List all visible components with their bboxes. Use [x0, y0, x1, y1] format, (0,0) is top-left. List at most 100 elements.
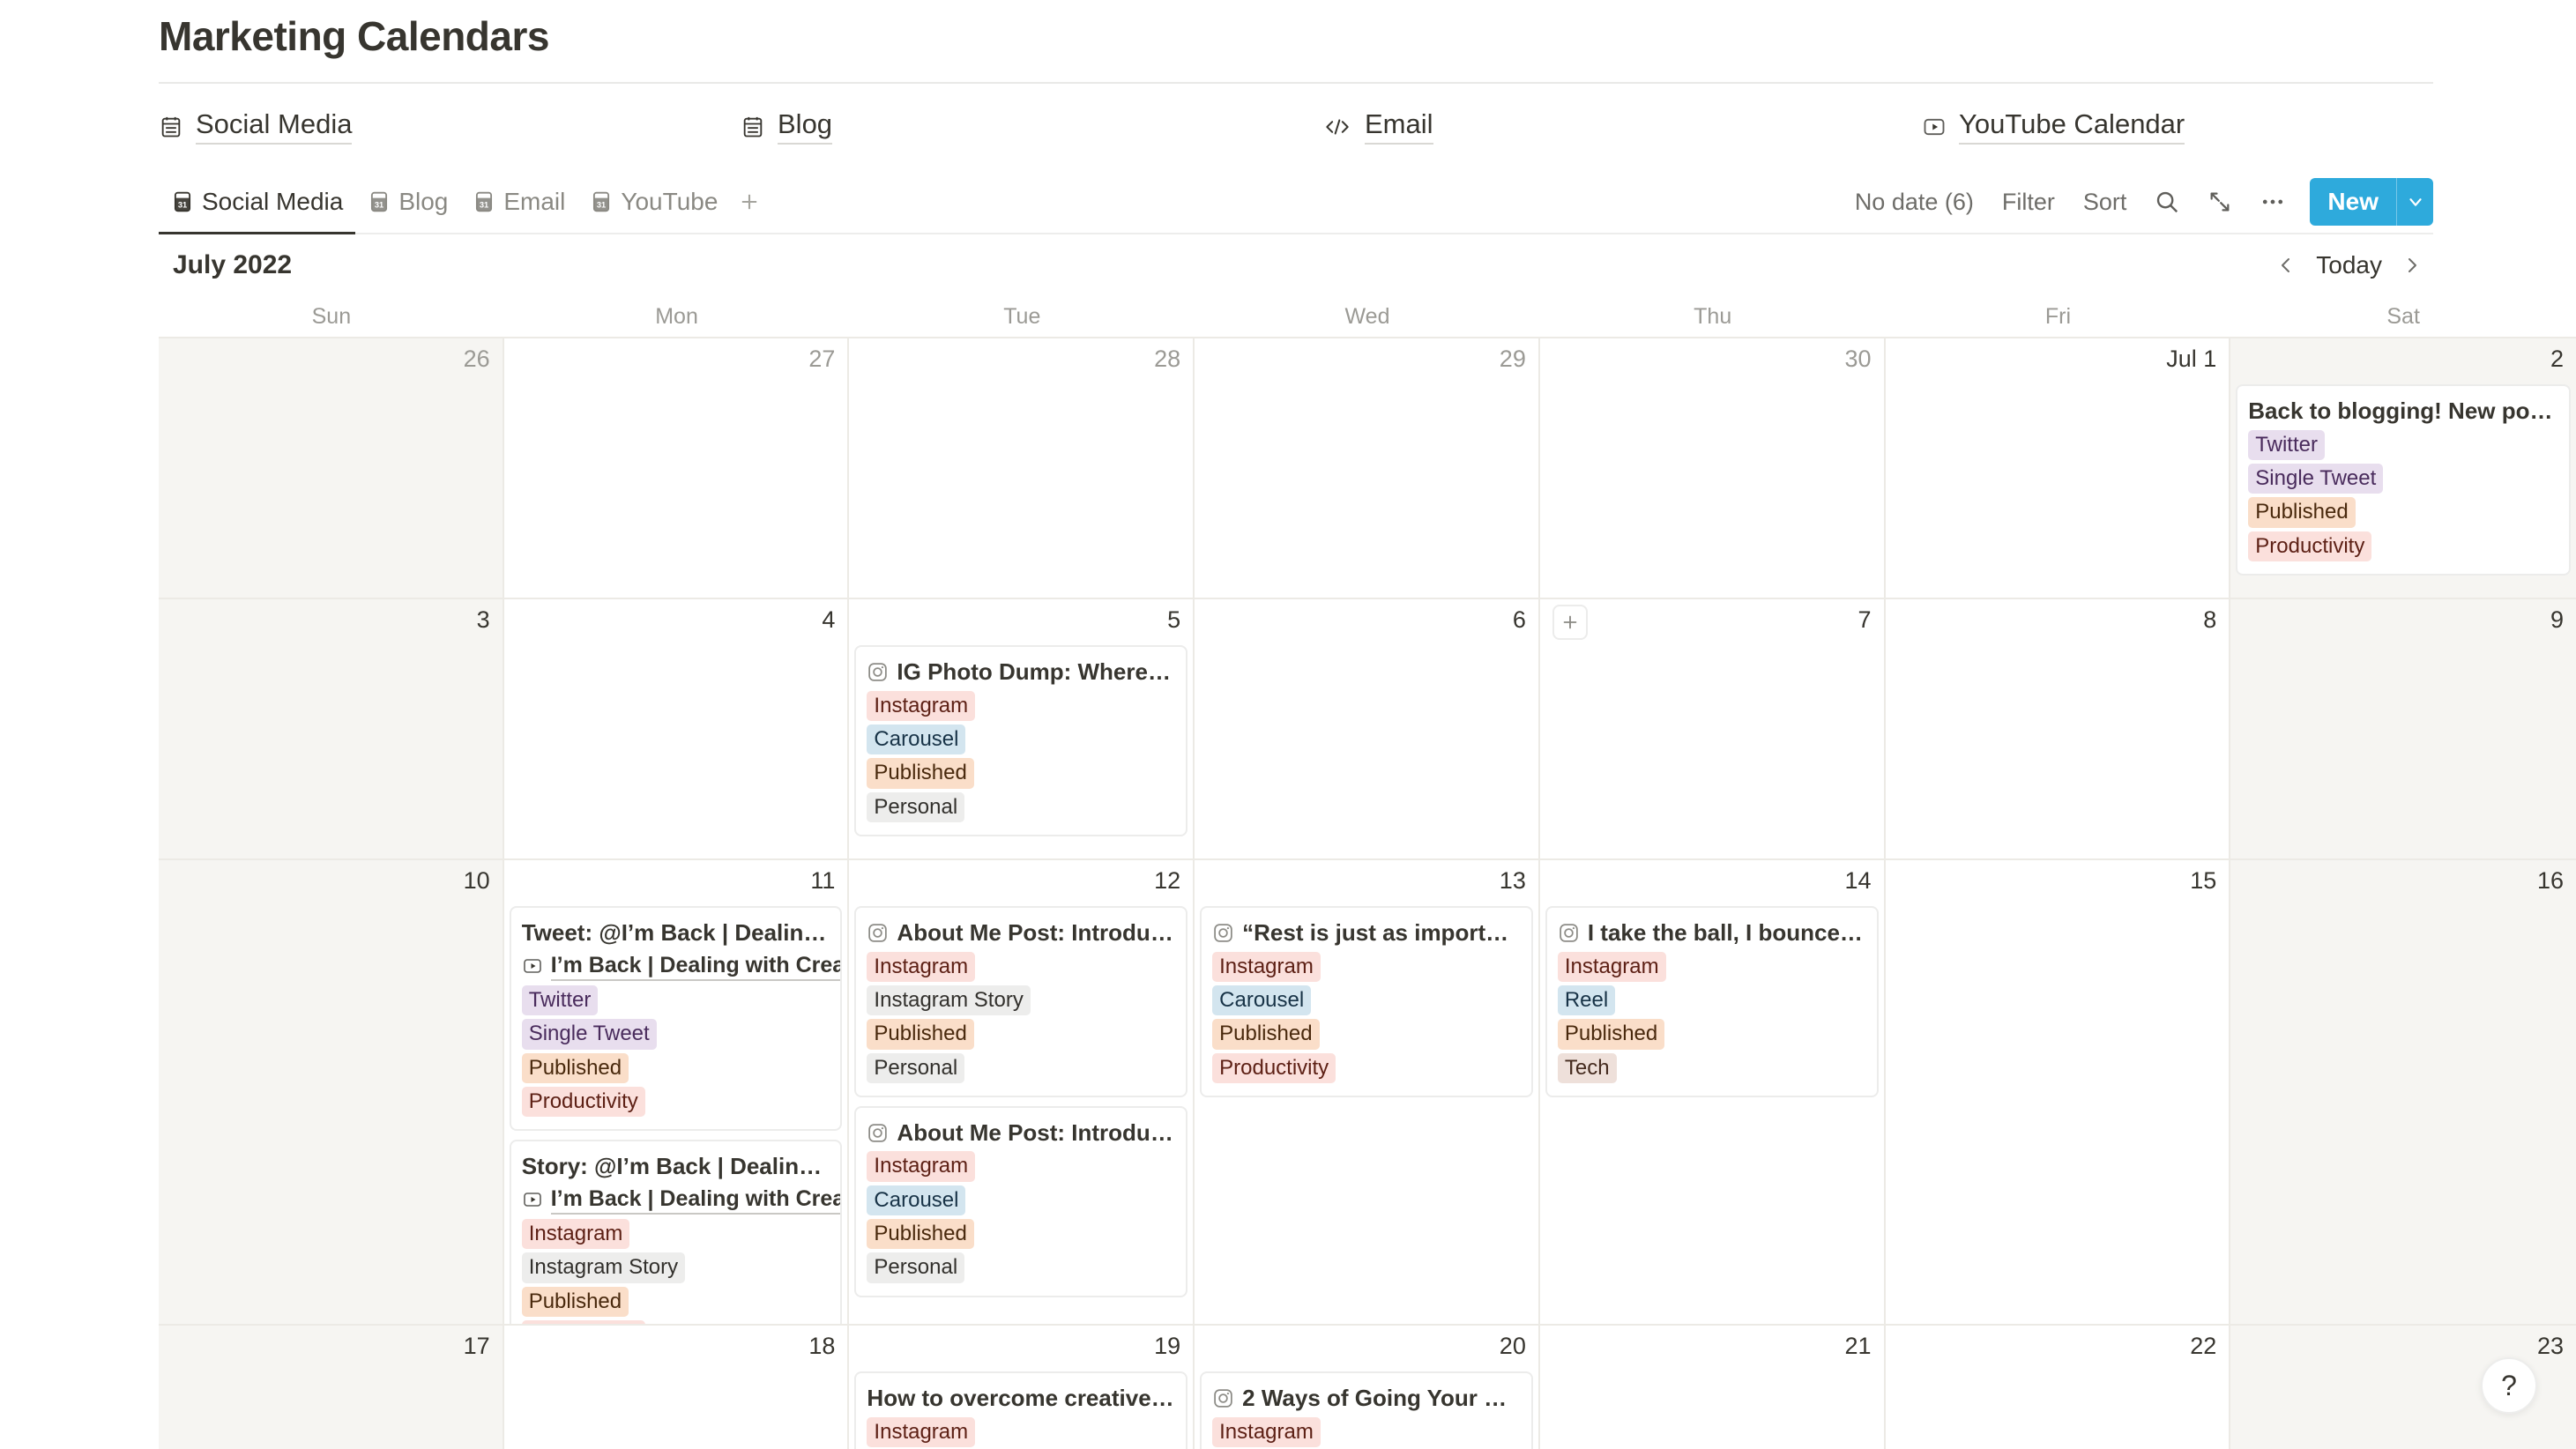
day-cell-header: 8 [1891, 599, 2224, 645]
calendar-day-cell[interactable]: 19 How to overcome creative b... Instagram [849, 1326, 1195, 1449]
weekday-header-thu: Thu [1694, 303, 1732, 329]
calendar-day-cell[interactable]: Jul 1 [1886, 338, 2231, 598]
no-date-button[interactable]: No date (6) [1841, 179, 1988, 225]
calendar-day-cell[interactable]: 21 [1540, 1326, 1886, 1449]
calendar-day-cell[interactable]: 6 [1195, 599, 1540, 859]
calendar-day-cell[interactable]: 26 [159, 338, 504, 598]
tab-label: Email [503, 188, 566, 216]
quick-link-social-media[interactable]: Social Media [159, 108, 741, 145]
day-number: 11 [810, 867, 836, 895]
calendar-event-card[interactable]: About Me Post: Introduct... Instagram Inst… [854, 906, 1188, 1097]
instagram-icon [867, 1122, 889, 1144]
calendar-day-cell[interactable]: 11 Tweet: @I’m Back | Dealing ... I’m Back… [504, 860, 850, 1325]
next-month-chevron-right-icon[interactable] [2391, 244, 2433, 286]
calendar-day-cell[interactable]: 29 [1195, 338, 1540, 598]
day-number: 23 [2536, 1333, 2564, 1360]
calendar-day-cell[interactable]: 8 [1886, 599, 2231, 859]
calendar-event-card[interactable]: Story: @I’m Back | Dealing ... I’m Back |… [509, 1140, 843, 1325]
new-button-group[interactable]: New [2310, 178, 2433, 227]
event-tag: Single Tweet [2248, 464, 2384, 494]
tab-email[interactable]: 31 Email [460, 171, 577, 233]
calendar-day-cell[interactable]: 5 IG Photo Dump: Where I h... Instagram Car… [849, 599, 1195, 859]
calendar-day-cell[interactable]: 10 [159, 860, 504, 1325]
calendar-day-cell[interactable]: 27 [504, 338, 850, 598]
event-title-row: “Rest is just as important... [1212, 918, 1521, 947]
quick-link-blog[interactable]: Blog [741, 108, 1322, 145]
event-tag-list: Instagram Carousel Published Productivity [1212, 951, 1521, 1083]
day-number: 17 [463, 1333, 490, 1360]
day-cell-header: 6 [1200, 599, 1533, 645]
quick-link-email[interactable]: Email [1322, 108, 1922, 145]
calendar-day-cell[interactable]: 12 About Me Post: Introduct... Instagram In… [849, 860, 1195, 1325]
sort-button[interactable]: Sort [2069, 179, 2141, 225]
more-options-icon[interactable] [2250, 179, 2296, 225]
event-tag: Personal [867, 791, 965, 822]
event-tag-list: Instagram [1212, 1416, 1521, 1447]
new-button[interactable]: New [2310, 178, 2396, 226]
calendar-day-cell[interactable]: 17 [159, 1326, 504, 1449]
calendar-day-cell[interactable]: 14 I take the ball, I bounce it... Instagr… [1540, 860, 1886, 1325]
tab-social-media[interactable]: 31 Social Media [159, 171, 356, 235]
calendar-day-cell[interactable]: 13 “Rest is just as important... Instagram… [1195, 860, 1540, 1325]
event-relation-row[interactable]: I’m Back | Dealing with Creat [522, 952, 841, 981]
calendar-event-card[interactable]: How to overcome creative b... Instagram [854, 1371, 1188, 1449]
calendar-day-cell[interactable]: 9 [2230, 599, 2576, 859]
quick-link-youtube-calendar[interactable]: YouTube Calendar [1922, 108, 2185, 145]
day-cell-header: 29 [1200, 338, 1533, 384]
today-button[interactable]: Today [2307, 251, 2391, 279]
calendar-31-icon: 31 [368, 190, 391, 213]
calendar-day-cell[interactable]: 30 [1540, 338, 1886, 598]
calendar-day-cell[interactable]: 3 [159, 599, 504, 859]
event-tag-list: Twitter Single Tweet Published Productivity [2248, 429, 2558, 561]
add-view-button[interactable] [730, 171, 769, 233]
event-title: IG Photo Dump: Where I h... [897, 658, 1176, 686]
new-chevron-down-icon[interactable] [2396, 178, 2433, 227]
day-cell-header: 14 [1545, 860, 1879, 906]
day-cell-header: 2 [2236, 338, 2571, 384]
event-tag: Productivity [521, 1319, 645, 1325]
day-number: 14 [1844, 867, 1872, 895]
event-title: “Rest is just as important... [1242, 919, 1521, 947]
help-button[interactable]: ? [2481, 1357, 2537, 1414]
event-title: Back to blogging! New post!... [2248, 398, 2558, 425]
event-tag: Published [521, 1052, 629, 1083]
event-title-row: I take the ball, I bounce it... [1558, 918, 1866, 947]
calendar-day-cell[interactable]: 18 [504, 1326, 850, 1449]
calendar-event-card[interactable]: 2 Ways of Going Your Car... Instagram [1200, 1371, 1533, 1449]
calendar-event-card[interactable]: Tweet: @I’m Back | Dealing ... I’m Back |… [509, 906, 843, 1132]
search-icon[interactable] [2144, 179, 2190, 225]
tab-label: Blog [398, 188, 449, 216]
calendar-month-bar: July 2022 Today [159, 234, 2433, 296]
quick-link-label: Social Media [196, 108, 353, 145]
previous-month-chevron-left-icon[interactable] [2265, 244, 2307, 286]
event-tag: Tech [1557, 1052, 1617, 1083]
calendar-day-cell[interactable]: 28 [849, 338, 1195, 598]
calendar-day-cell[interactable]: 20 2 Ways of Going Your Car... Instagram [1195, 1326, 1540, 1449]
calendar-day-cell[interactable]: 22 [1886, 1326, 2231, 1449]
event-relation-row[interactable]: I’m Back | Dealing with Creat [522, 1185, 841, 1215]
notion-calendar-page: Marketing Calendars Social Media Blog Emai… [0, 0, 2576, 1449]
calendar-day-cell[interactable]: 4 [504, 599, 850, 859]
calendar-event-card[interactable]: IG Photo Dump: Where I h... Instagram Caro… [854, 645, 1188, 836]
quick-link-row: Social Media Blog Email YouTube Calendar [0, 84, 2576, 145]
calendar-day-cell[interactable]: 7 [1540, 599, 1886, 859]
add-event-plus-icon[interactable] [1552, 605, 1588, 641]
day-number: 20 [1499, 1333, 1526, 1360]
tab-blog[interactable]: 31 Blog [355, 171, 460, 233]
calendar-event-card[interactable]: I take the ball, I bounce it... Instagram… [1545, 906, 1879, 1097]
calendar-event-card[interactable]: “Rest is just as important... Instagram Ca… [1200, 906, 1533, 1097]
filter-button[interactable]: Filter [1988, 179, 2069, 225]
day-number: 29 [1499, 346, 1526, 373]
day-number: 18 [808, 1333, 836, 1360]
calendar-event-card[interactable]: Back to blogging! New post!... Twitter Sin… [2236, 384, 2571, 576]
tab-youtube[interactable]: 31 YouTube [577, 171, 730, 233]
event-tag: Twitter [2248, 429, 2325, 460]
instagram-icon [867, 661, 889, 683]
day-number: 4 [822, 606, 836, 634]
calendar-day-cell[interactable]: 16 [2230, 860, 2576, 1325]
day-number: 19 [1154, 1333, 1181, 1360]
calendar-event-card[interactable]: About Me Post: Introduct... Instagram Caro… [854, 1105, 1188, 1297]
calendar-day-cell[interactable]: 15 [1886, 860, 2231, 1325]
calendar-day-cell[interactable]: 2 Back to blogging! New post!... Twitter Si… [2230, 338, 2576, 598]
expand-icon[interactable] [2197, 179, 2243, 225]
